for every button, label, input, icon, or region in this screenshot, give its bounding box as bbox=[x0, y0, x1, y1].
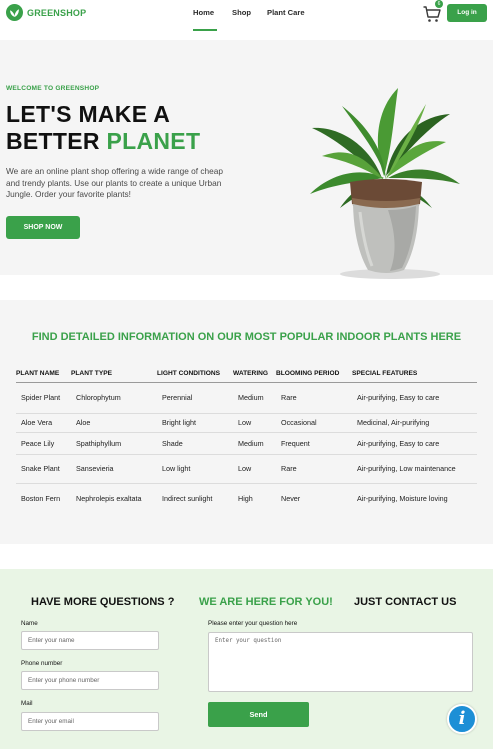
table-cell: Perennial bbox=[157, 382, 233, 414]
column-header: BLOOMING PERIOD bbox=[276, 370, 352, 383]
table-cell: Low bbox=[233, 413, 276, 433]
cart-count-badge: 6 bbox=[435, 0, 443, 8]
table-cell: Never bbox=[281, 493, 301, 503]
table-cell: Low light bbox=[157, 454, 233, 484]
contact-heading-here: WE ARE HERE FOR YOU! bbox=[199, 596, 333, 608]
column-header: LIGHT CONDITIONS bbox=[157, 370, 233, 383]
hero-description: We are an online plant shop offering a w… bbox=[6, 166, 223, 200]
table-cell: Indirect sunlight bbox=[162, 493, 213, 503]
hero-eyebrow: WELCOME TO GREENSHOP bbox=[6, 85, 100, 92]
logo[interactable]: GREENSHOP bbox=[6, 4, 86, 21]
column-header: SPECIAL FEATURES bbox=[352, 370, 477, 383]
table-cell: Air-purifying, Low maintenance bbox=[352, 454, 477, 484]
table-row: Snake Plant Sansevieria Low light Low Ra… bbox=[16, 454, 477, 484]
table-cell: Bright light bbox=[157, 413, 233, 433]
table-cell: Chlorophytum bbox=[71, 382, 157, 414]
plant-info-table: PLANT NAME PLANT TYPE LIGHT CONDITIONS W… bbox=[16, 370, 477, 513]
site-header: GREENSHOP Home Shop Plant Care 6 Log in bbox=[0, 0, 493, 40]
table-cell: Medium bbox=[233, 382, 276, 414]
hero-title-plain: BETTER bbox=[6, 128, 107, 154]
login-button[interactable]: Log in bbox=[447, 4, 487, 22]
table-row: Peace Lily Spathiphyllum Shade Medium Fr… bbox=[16, 432, 477, 455]
hero-title-accent: PLANET bbox=[106, 128, 201, 154]
hero-banner: WELCOME TO GREENSHOP LET'S MAKE A BETTER… bbox=[0, 40, 493, 279]
nav-shop-link[interactable]: Shop bbox=[232, 8, 251, 17]
table-cell: Air-purifying, Easy to care bbox=[352, 382, 477, 414]
table-cell: High bbox=[238, 493, 253, 503]
question-textarea[interactable] bbox=[208, 632, 473, 692]
column-header: PLANT TYPE bbox=[71, 370, 157, 383]
table-row: Aloe Vera Aloe Bright light Low Occasion… bbox=[16, 413, 477, 433]
table-cell: Frequent bbox=[276, 432, 352, 455]
question-label: Please enter your question here bbox=[208, 620, 298, 627]
table-row: Spider Plant Chlorophytum Perennial Medi… bbox=[16, 382, 477, 414]
table-cell: Aloe Vera bbox=[16, 413, 71, 433]
table-cell: Snake Plant bbox=[16, 454, 71, 484]
info-icon[interactable]: i bbox=[447, 704, 477, 734]
hero-title: LET'S MAKE A BETTER PLANET bbox=[6, 101, 200, 155]
table-cell: Spathiphyllum bbox=[71, 432, 157, 455]
contact-section: HAVE MORE QUESTIONS ? WE ARE HERE FOR YO… bbox=[0, 569, 493, 749]
plant-info-section: FIND DETAILED INFORMATION ON OUR MOST PO… bbox=[0, 300, 493, 544]
column-header: PLANT NAME bbox=[16, 370, 71, 383]
phone-label: Phone number bbox=[21, 660, 63, 667]
table-cell: Spider Plant bbox=[16, 382, 71, 414]
table-cell: Medium bbox=[233, 432, 276, 455]
table-cell: Peace Lily bbox=[16, 432, 71, 455]
table-cell: Nephrolepis exaltata bbox=[76, 493, 142, 503]
table-row: Boston Fern Nephrolepis exaltata Indirec… bbox=[16, 483, 477, 513]
name-input[interactable] bbox=[21, 631, 159, 650]
email-input[interactable] bbox=[21, 712, 159, 731]
table-header-row: PLANT NAME PLANT TYPE LIGHT CONDITIONS W… bbox=[16, 370, 477, 383]
send-button[interactable]: Send bbox=[208, 702, 309, 727]
mail-label: Mail bbox=[21, 700, 33, 707]
nav-plant-care-link[interactable]: Plant Care bbox=[267, 8, 305, 17]
shop-now-button[interactable]: SHOP NOW bbox=[6, 216, 80, 239]
table-cell: Shade bbox=[157, 432, 233, 455]
name-label: Name bbox=[21, 620, 38, 627]
table-cell: Low bbox=[233, 454, 276, 484]
column-header: WATERING bbox=[233, 370, 276, 383]
plant-table-title: FIND DETAILED INFORMATION ON OUR MOST PO… bbox=[31, 331, 462, 343]
leaf-logo-icon bbox=[6, 4, 23, 21]
table-cell: Rare bbox=[276, 382, 352, 414]
phone-input[interactable] bbox=[21, 671, 159, 690]
table-cell: Air-purifying, Easy to care bbox=[352, 432, 477, 455]
hero-title-line2: BETTER PLANET bbox=[6, 128, 200, 155]
hero-title-line1: LET'S MAKE A bbox=[6, 101, 171, 127]
table-cell: Air-purifying, Moisture loving bbox=[357, 493, 448, 503]
potted-plant-image bbox=[310, 88, 460, 279]
logo-text: GREENSHOP bbox=[27, 7, 87, 18]
contact-heading-questions: HAVE MORE QUESTIONS ? bbox=[31, 596, 175, 608]
nav-home-link[interactable]: Home bbox=[193, 8, 214, 17]
table-cell: Aloe bbox=[71, 413, 157, 433]
table-cell: Boston Fern bbox=[21, 493, 61, 503]
table-cell: Rare bbox=[276, 454, 352, 484]
active-nav-indicator bbox=[193, 29, 217, 31]
table-cell: Sansevieria bbox=[71, 454, 157, 484]
table-cell: Occasional bbox=[276, 413, 352, 433]
table-cell: Medicinal, Air-purifying bbox=[352, 413, 477, 433]
contact-heading-contact: JUST CONTACT US bbox=[354, 596, 457, 608]
